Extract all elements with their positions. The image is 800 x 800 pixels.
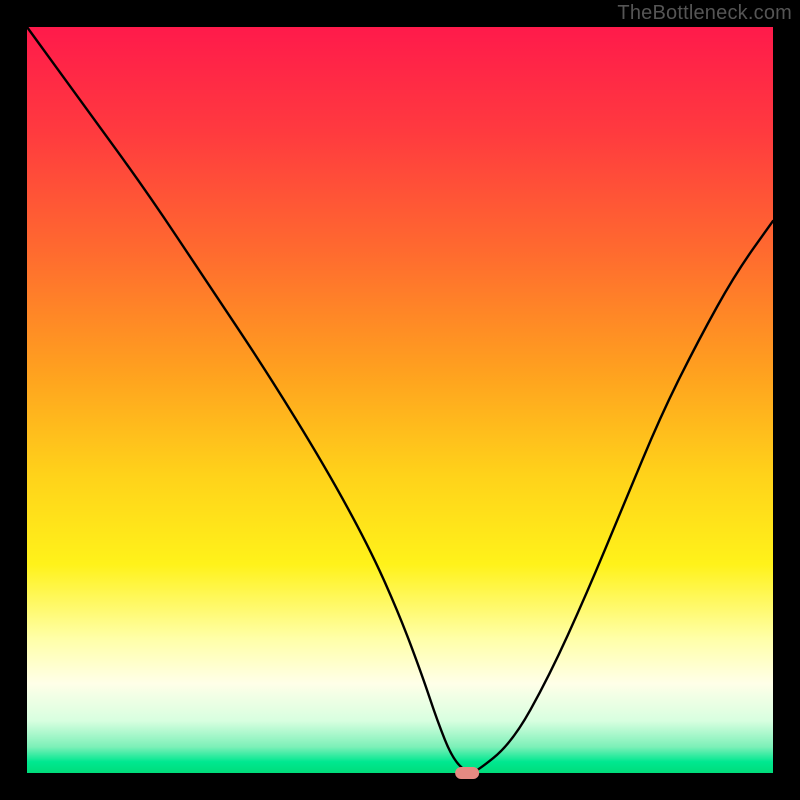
bottleneck-chart xyxy=(0,0,800,800)
plot-background xyxy=(27,27,773,773)
optimal-marker xyxy=(455,767,479,779)
chart-container: TheBottleneck.com xyxy=(0,0,800,800)
watermark-text: TheBottleneck.com xyxy=(617,2,792,25)
